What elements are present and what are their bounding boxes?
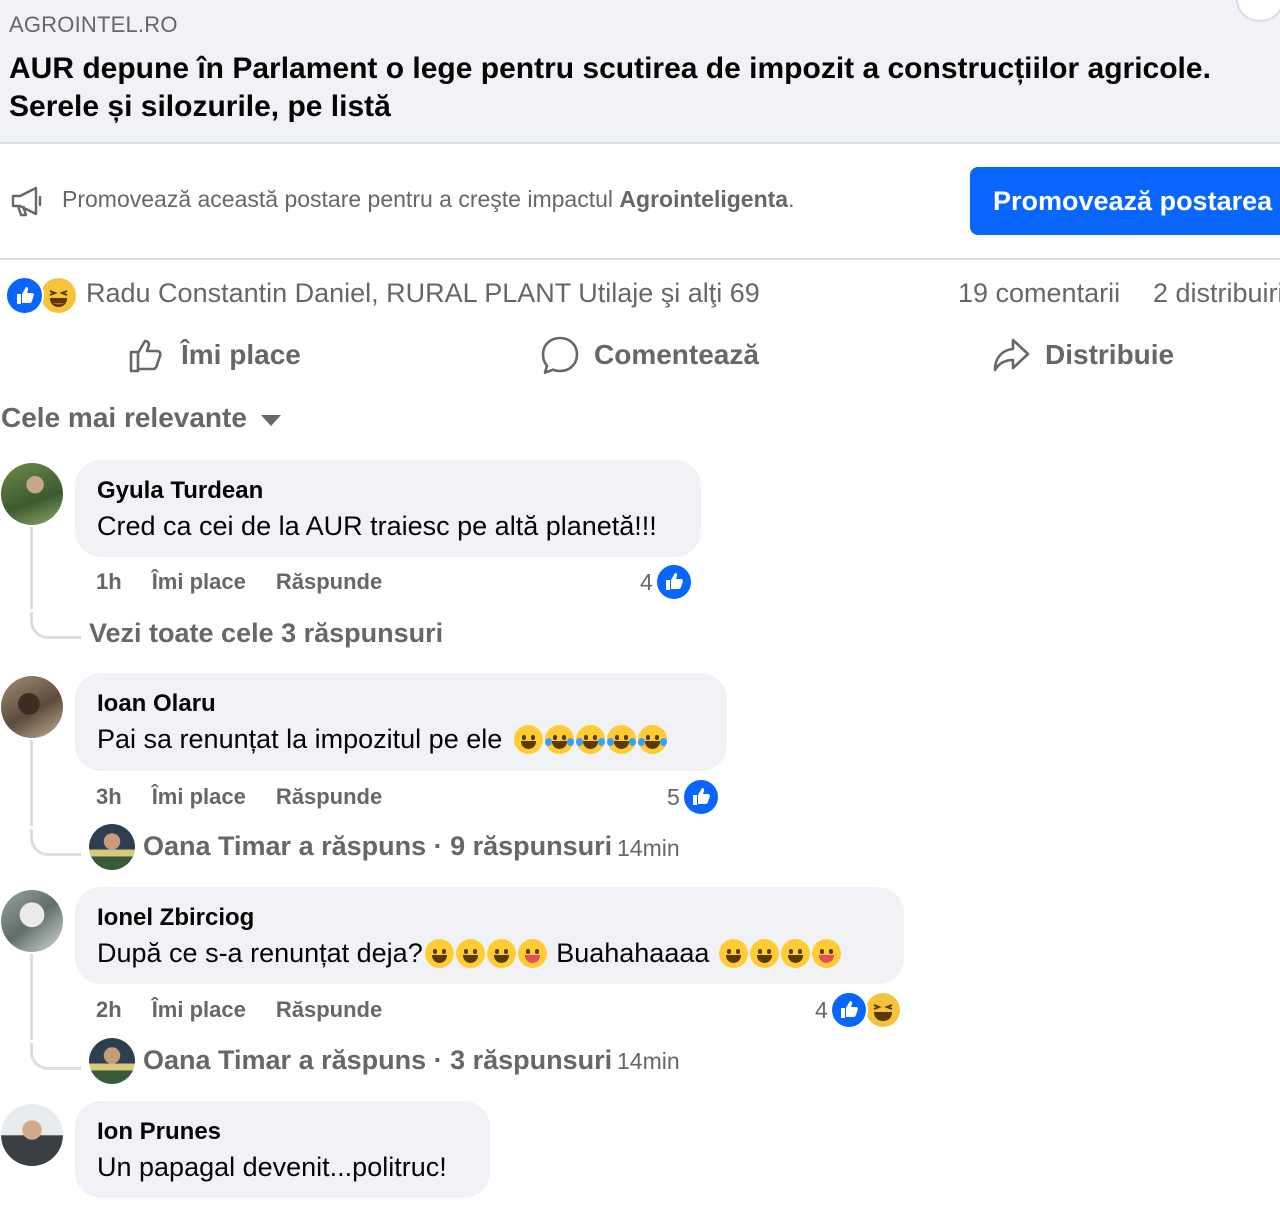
rofl-emoji — [544, 724, 574, 754]
comment-text: Pai sa renunțat la impozitul pe ele — [97, 721, 705, 757]
comment-bubble: Ionel Zbirciog După ce s-a renunțat deja… — [75, 887, 904, 984]
haha-reaction-icon[interactable] — [39, 276, 78, 315]
comment-text: După ce s-a renunțat deja? Buahahaaaa — [97, 935, 882, 971]
joy-emoji — [606, 724, 636, 754]
comment-bubble: Ioan Olaru Pai sa renunțat la impozitul … — [75, 673, 727, 771]
link-title-line-2: Serele și silozurile, pe listă — [9, 90, 391, 123]
comment-meta: 1h Îmi place Răspunde — [96, 569, 382, 595]
like-button-label: Îmi place — [181, 339, 301, 370]
comment-bubble: Ion Prunes Un papagal devenit...politruc… — [75, 1101, 490, 1198]
avatar[interactable] — [89, 824, 135, 870]
comment-meta: 3h Îmi place Răspunde — [96, 784, 382, 810]
grinning-emoji — [424, 938, 454, 968]
caret-down-icon — [260, 414, 281, 426]
view-replies-link[interactable]: Oana Timar a răspuns · 9 răspunsuri — [143, 831, 612, 862]
promote-text-prefix: Promovează această postare pentru a creş… — [62, 186, 620, 212]
comments-count[interactable]: 19 comentarii — [958, 278, 1120, 309]
grinning-emoji — [455, 938, 485, 968]
shares-count[interactable]: 2 distribuiri — [1153, 278, 1280, 309]
like-reaction-icon — [829, 991, 868, 1029]
thread-connector — [30, 612, 81, 639]
avatar[interactable] — [1, 890, 63, 952]
like-reaction-icon[interactable] — [5, 276, 44, 315]
comment-like-link[interactable]: Îmi place — [152, 784, 246, 810]
reply-time[interactable]: 14min — [617, 1048, 680, 1075]
avatar[interactable] — [1, 463, 63, 525]
haha-reaction-icon — [863, 991, 902, 1029]
joy-emoji — [637, 724, 667, 754]
comment-reply-link[interactable]: Răspunde — [276, 997, 382, 1023]
thread-line — [30, 527, 33, 609]
view-replies-link[interactable]: Vezi toate cele 3 răspunsuri — [89, 618, 443, 649]
share-button-label: Distribuie — [1045, 339, 1175, 370]
grin-emoji — [780, 938, 810, 968]
share-arrow-icon — [993, 338, 1030, 372]
grinning-emoji — [749, 938, 779, 968]
comment-reply-link[interactable]: Răspunde — [276, 569, 382, 595]
share-button[interactable]: Distribuie — [991, 334, 1174, 376]
comment-author[interactable]: Gyula Turdean — [97, 476, 679, 506]
comment-reactions[interactable]: 5 — [667, 778, 720, 816]
rofl-emoji — [575, 724, 605, 754]
comment-like-link[interactable]: Îmi place — [152, 997, 246, 1023]
comment-author[interactable]: Ioan Olaru — [97, 689, 705, 719]
comment-meta: 2h Îmi place Răspunde — [96, 997, 382, 1023]
avatar[interactable] — [89, 1038, 135, 1084]
promote-text: Promovează această postare pentru a creş… — [62, 186, 794, 213]
comment-author[interactable]: Ion Prunes — [97, 1117, 468, 1147]
megaphone-icon — [11, 186, 42, 217]
comment-like-link[interactable]: Îmi place — [152, 569, 246, 595]
reaction-count: 4 — [640, 568, 653, 595]
comment-time[interactable]: 1h — [96, 569, 122, 595]
sweat-smile-emoji — [513, 724, 543, 754]
winking-tongue-emoji — [517, 938, 547, 968]
comment-text-part2: Buahahaaaa — [548, 938, 717, 968]
comment-sort-dropdown[interactable]: Cele mai relevante — [1, 402, 281, 434]
comment-time[interactable]: 2h — [96, 997, 122, 1023]
like-reaction-icon — [654, 563, 693, 601]
reaction-count: 5 — [667, 783, 680, 810]
promote-text-suffix: . — [788, 186, 795, 212]
promote-page-name[interactable]: Agrointeligenta — [619, 186, 788, 212]
comment-reactions[interactable]: 4 — [640, 563, 693, 601]
comment-text: Cred ca cei de la AUR traiesc pe altă pl… — [97, 511, 657, 541]
comment-button[interactable]: Comentează — [540, 334, 759, 376]
grinning-emoji — [718, 938, 748, 968]
thread-connector — [30, 1043, 81, 1070]
avatar[interactable] — [1, 676, 63, 738]
grin-emoji — [486, 938, 516, 968]
avatar[interactable] — [1, 1104, 63, 1166]
comment-author[interactable]: Ionel Zbirciog — [97, 903, 882, 933]
comment-button-label: Comentează — [594, 339, 759, 370]
comment-bubble-icon — [541, 336, 579, 374]
view-replies-link[interactable]: Oana Timar a răspuns · 3 răspunsuri — [143, 1045, 612, 1076]
thread-connector — [30, 829, 81, 856]
comment-bubble: Gyula Turdean Cred ca cei de la AUR trai… — [75, 460, 701, 557]
thumbs-up-icon — [129, 339, 162, 373]
reactions-summary[interactable]: Radu Constantin Daniel, RURAL PLANT Util… — [86, 278, 760, 309]
link-title-line-1: AUR depune în Parlament o lege pentru sc… — [9, 52, 1211, 85]
divider — [0, 258, 1280, 260]
winking-tongue-emoji — [811, 938, 841, 968]
sort-label: Cele mai relevante — [1, 402, 247, 433]
like-reaction-icon — [681, 778, 720, 816]
comment-reactions[interactable]: 4 — [815, 991, 902, 1029]
thread-line — [30, 954, 33, 1040]
reply-time[interactable]: 14min — [617, 835, 680, 862]
link-title[interactable]: AUR depune în Parlament o lege pentru sc… — [9, 50, 1271, 126]
link-domain: AGROINTEL.RO — [9, 12, 178, 37]
comment-text-part1: După ce s-a renunțat deja? — [97, 938, 423, 968]
thread-line — [30, 740, 33, 826]
comment-text-body: Pai sa renunțat la impozitul pe ele — [97, 724, 503, 754]
like-button[interactable]: Îmi place — [127, 334, 301, 376]
comment-text: Un papagal devenit...politruc! — [97, 1152, 447, 1182]
comment-reply-link[interactable]: Răspunde — [276, 784, 382, 810]
comment-time[interactable]: 3h — [96, 784, 122, 810]
reaction-count: 4 — [815, 996, 828, 1023]
promote-post-button[interactable]: Promovează postarea — [970, 167, 1280, 235]
